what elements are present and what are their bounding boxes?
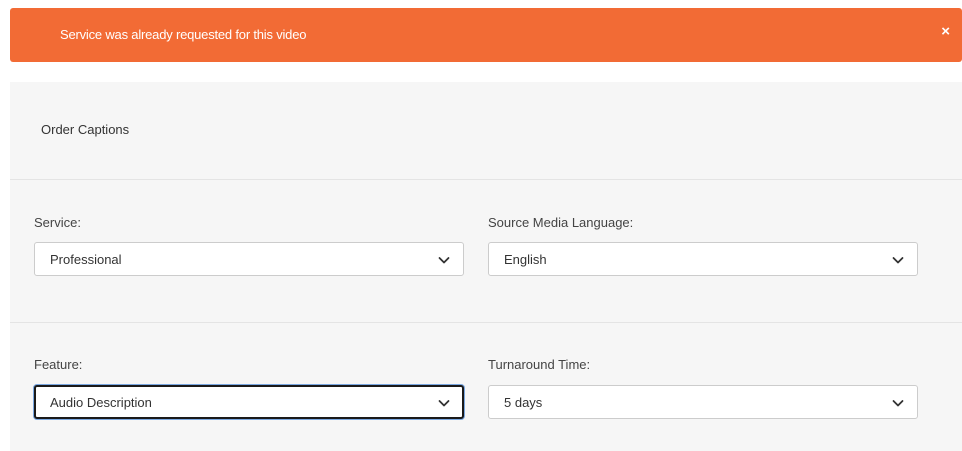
source-language-select-value: English [504,252,547,267]
chevron-down-icon [892,257,904,264]
service-select-value: Professional [50,252,122,267]
source-language-select[interactable]: English [488,242,918,276]
turnaround-select[interactable]: 5 days [488,385,918,419]
service-label: Service: [34,215,81,230]
divider [10,179,962,180]
feature-select[interactable]: Audio Description [34,385,464,419]
divider [10,322,962,323]
feature-select-value: Audio Description [50,395,152,410]
panel-title: Order Captions [41,122,130,137]
feature-label: Feature: [34,357,83,372]
source-language-label: Source Media Language: [488,215,634,230]
alert-message: Service was already requested for this v… [60,27,307,42]
order-captions-panel: Order Captions Service: Professional Sou… [10,82,962,451]
chevron-down-icon [892,400,904,407]
chevron-down-icon [438,257,450,264]
close-icon[interactable]: × [941,23,950,41]
turnaround-label: Turnaround Time: [488,357,591,372]
chevron-down-icon [438,400,450,407]
turnaround-select-value: 5 days [504,395,543,410]
error-alert: Service was already requested for this v… [10,8,962,62]
service-select[interactable]: Professional [34,242,464,276]
